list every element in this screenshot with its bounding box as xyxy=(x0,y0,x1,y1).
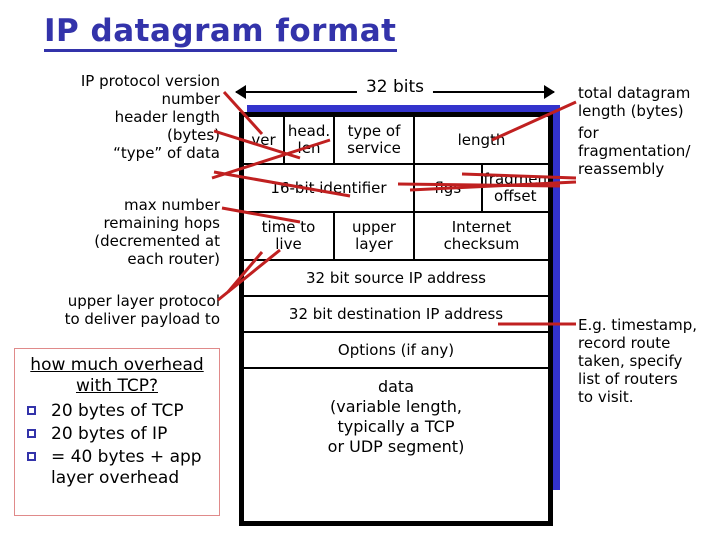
square-bullet-icon xyxy=(27,452,36,461)
table-row: data (variable length, typically a TCP o… xyxy=(242,367,550,523)
list-item: 20 bytes of TCP xyxy=(21,401,213,422)
cell-checksum-line2: checksum xyxy=(443,235,520,253)
cell-head-len-line1: head. xyxy=(287,122,331,140)
cell-time-to-live: time to live xyxy=(242,211,335,261)
list-item-label: 20 bytes of TCP xyxy=(51,401,184,421)
list-item-label: 20 bytes of IP xyxy=(51,424,168,444)
cell-identifier: 16-bit identifier xyxy=(242,163,415,213)
cell-head-len-line2: len xyxy=(297,139,321,157)
list-item: = 40 bytes + app layer overhead xyxy=(21,447,213,489)
table-row: ver head. len type of service length xyxy=(242,115,550,165)
square-bullet-icon xyxy=(27,429,36,438)
table-row: 16-bit identifier flgs fragment offset xyxy=(242,163,553,213)
cell-tos-line1: type of xyxy=(347,122,401,140)
overhead-summary-box: how much overhead with TCP? 20 bytes of T… xyxy=(14,348,220,516)
cell-ttl-line2: live xyxy=(275,235,302,253)
cell-fragment-offset: fragment offset xyxy=(480,163,553,213)
annotation-fragmentation: for fragmentation/reassembly xyxy=(578,124,691,178)
cell-upper-layer: upper layer xyxy=(333,211,415,261)
cell-data: data (variable length, typically a TCP o… xyxy=(242,367,550,523)
cell-checksum-line1: Internet xyxy=(451,218,512,236)
bit-width-ruler: 32 bits xyxy=(235,78,555,102)
annotation-max-hops: max number remaining hops (decremented at e… xyxy=(94,196,220,268)
cell-flags: flgs xyxy=(413,163,483,213)
cell-tos-line2: service xyxy=(347,139,401,157)
cell-frag-line2: offset xyxy=(494,187,537,205)
table-row: 32 bit source IP address xyxy=(242,259,550,297)
cell-data-line1: data xyxy=(377,377,415,396)
ruler-label: 32 bits xyxy=(356,78,434,97)
overhead-title: how much overhead with TCP? xyxy=(30,355,204,396)
cell-frag-line1: fragment xyxy=(483,170,553,188)
square-bullet-icon xyxy=(27,406,36,415)
table-row: time to live upper layer Internet checks… xyxy=(242,211,550,261)
cell-data-line4: or UDP segment) xyxy=(327,437,465,456)
cell-length: length xyxy=(413,115,550,165)
ip-datagram-table: ver head. len type of service length 16-… xyxy=(239,112,553,526)
right-arrow-icon xyxy=(544,85,555,99)
cell-options: Options (if any) xyxy=(242,331,550,369)
left-arrow-icon xyxy=(235,85,246,99)
cell-destination-ip: 32 bit destination IP address xyxy=(242,295,550,333)
list-item: 20 bytes of IP xyxy=(21,424,213,445)
cell-upper-line1: upper xyxy=(352,218,396,236)
cell-upper-line2: layer xyxy=(355,235,393,253)
cell-data-line2: (variable length, xyxy=(330,397,462,416)
list-item-label: = 40 bytes + app layer overhead xyxy=(51,447,202,488)
overhead-list: 20 bytes of TCP 20 bytes of IP = 40 byte… xyxy=(19,401,215,489)
annotation-total-length: total datagram length (bytes) xyxy=(578,84,691,120)
annotation-version-fields: IP protocol version number header length (b… xyxy=(80,72,220,162)
table-row: 32 bit destination IP address xyxy=(242,295,550,333)
cell-head-len: head. len xyxy=(283,115,335,165)
cell-ttl-line1: time to xyxy=(261,218,316,236)
cell-source-ip: 32 bit source IP address xyxy=(242,259,550,297)
cell-ver: ver xyxy=(242,115,285,165)
table-row: Options (if any) xyxy=(242,331,550,369)
cell-internet-checksum: Internet checksum xyxy=(413,211,550,261)
page-title: IP datagram format xyxy=(44,14,397,53)
annotation-upper-layer: upper layer protocol to deliver payload t… xyxy=(64,292,220,328)
annotation-options: E.g. timestamp, record route taken, specif… xyxy=(578,316,697,406)
cell-type-of-service: type of service xyxy=(333,115,415,165)
cell-data-line3: typically a TCP xyxy=(337,417,455,436)
